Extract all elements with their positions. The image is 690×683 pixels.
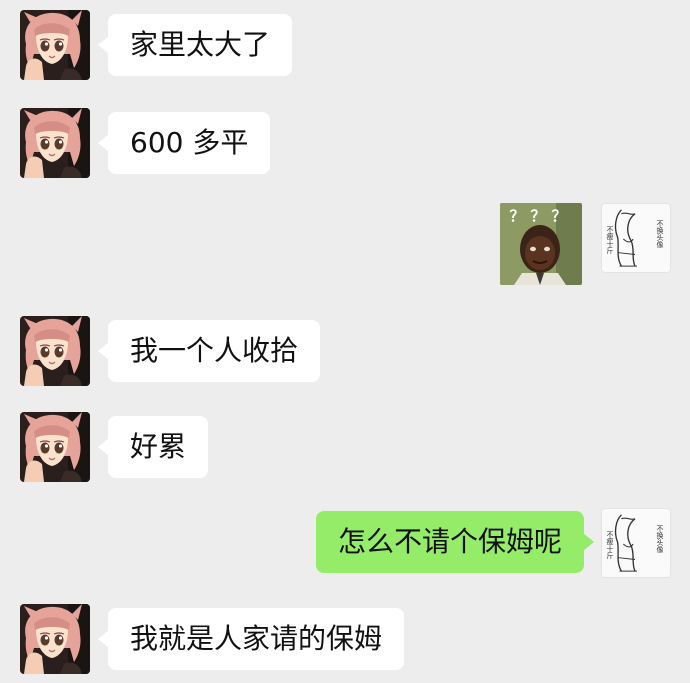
contact-avatar[interactable] [20,604,90,674]
incoming-message-bubble[interactable]: 家里太大了 [97,14,293,76]
message-text: 我就是人家请的保姆 [130,622,383,655]
message-text: 家里太大了 [130,28,271,61]
message-row: 600 多平 [0,108,690,198]
sticker-message[interactable]: ？？？ [500,203,582,285]
anime-girl-avatar-icon [20,604,90,674]
message-row: ？？？ 不换头像 不瘦十斤 [0,203,690,289]
message-row: 家里太大了 [0,10,690,100]
self-avatar[interactable]: 不换头像 不瘦十斤 [601,203,671,273]
contact-avatar[interactable] [20,412,90,482]
anime-girl-avatar-icon [20,316,90,386]
outgoing-message-bubble[interactable]: 怎么不请个保姆呢 [315,511,595,573]
contact-avatar[interactable] [20,10,90,80]
message-text: 600 多平 [130,126,249,159]
message-row: 我就是人家请的保姆 [0,604,690,683]
contact-avatar[interactable] [20,108,90,178]
message-row: 好累 [0,412,690,502]
message-text: 我一个人收拾 [130,334,299,367]
anime-girl-avatar-icon [20,412,90,482]
avatar-caption-left: 不瘦十斤 [606,226,614,254]
anime-girl-avatar-icon [20,108,90,178]
avatar-caption-right: 不换头像 [656,220,664,248]
contact-avatar[interactable] [20,316,90,386]
avatar-caption-left: 不瘦十斤 [606,531,614,559]
message-row: 我一个人收拾 [0,316,690,406]
anime-girl-avatar-icon [20,10,90,80]
incoming-message-bubble[interactable]: 我一个人收拾 [97,320,321,382]
incoming-message-bubble[interactable]: 600 多平 [97,112,271,174]
message-text: 怎么不请个保姆呢 [337,525,562,558]
avatar-caption-right: 不换头像 [656,525,664,553]
message-row: 怎么不请个保姆呢 不换头像 不瘦十斤 [0,508,690,598]
message-text: 好累 [130,430,187,463]
sticker-caption: ？？？ [509,207,573,225]
incoming-message-bubble[interactable]: 好累 [97,416,209,478]
chat-window: 家里太大了 600 多平 ？？？ 不换头像 不瘦十斤 我一个人收拾 好累 怎么不… [0,0,690,683]
self-avatar[interactable]: 不换头像 不瘦十斤 [601,508,671,578]
incoming-message-bubble[interactable]: 我就是人家请的保姆 [97,608,405,670]
